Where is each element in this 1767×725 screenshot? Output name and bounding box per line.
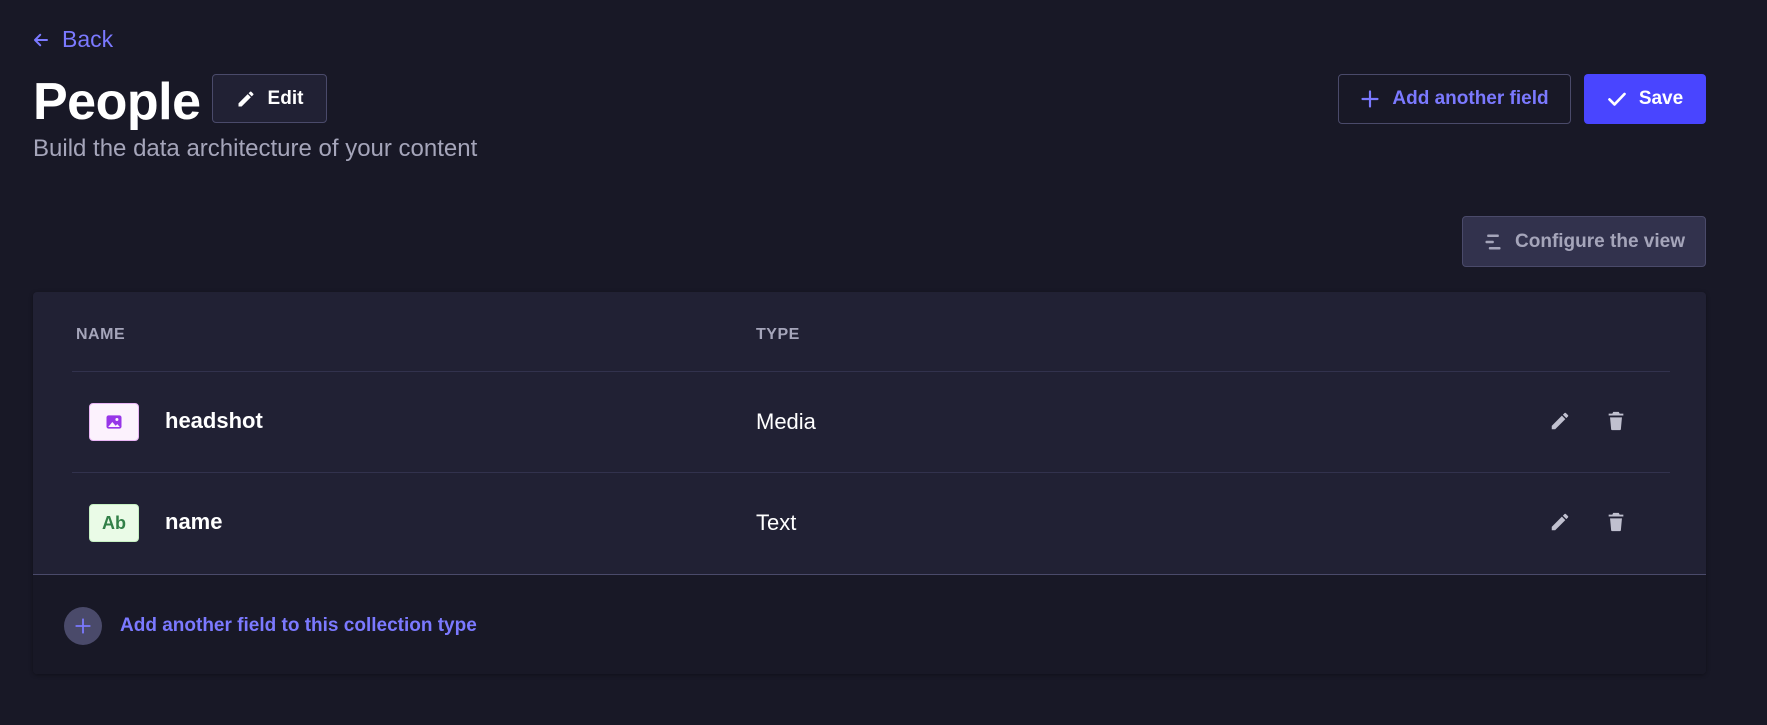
trash-icon bbox=[1608, 512, 1624, 532]
field-name: name bbox=[165, 509, 223, 534]
image-icon bbox=[106, 415, 122, 429]
back-label: Back bbox=[62, 26, 114, 52]
field-name: headshot bbox=[165, 408, 263, 433]
back-link[interactable]: Back bbox=[32, 26, 113, 53]
pencil-icon bbox=[1551, 412, 1569, 430]
add-another-field-button[interactable]: Add another field bbox=[1338, 74, 1571, 124]
plus-icon bbox=[1361, 90, 1379, 108]
edit-field-button[interactable] bbox=[1547, 509, 1573, 535]
add-another-field-label: Add another field bbox=[1392, 88, 1549, 109]
delete-field-button[interactable] bbox=[1603, 408, 1629, 434]
arrow-left-icon bbox=[34, 33, 48, 46]
table-row: headshot Media bbox=[33, 372, 1706, 472]
table-header: NAME TYPE bbox=[33, 292, 1706, 371]
edit-button[interactable]: Edit bbox=[212, 74, 327, 123]
save-label: Save bbox=[1638, 88, 1684, 109]
edit-label: Edit bbox=[267, 87, 304, 109]
plus-icon bbox=[75, 618, 91, 634]
pencil-icon bbox=[238, 90, 254, 106]
delete-field-button[interactable] bbox=[1603, 509, 1629, 535]
add-field-to-collection-label: Add another field to this collection typ… bbox=[120, 615, 477, 636]
field-type: Text bbox=[756, 510, 797, 535]
pencil-icon bbox=[1551, 513, 1569, 531]
add-field-to-collection-button[interactable]: Add another field to this collection typ… bbox=[64, 607, 477, 645]
table-footer: Add another field to this collection typ… bbox=[33, 574, 1706, 674]
edit-field-button[interactable] bbox=[1547, 408, 1573, 434]
page-title: People bbox=[33, 73, 201, 131]
column-header-type: TYPE bbox=[756, 326, 800, 343]
configure-view-button[interactable]: Configure the view bbox=[1462, 216, 1706, 267]
trash-icon bbox=[1608, 411, 1624, 431]
media-icon bbox=[89, 403, 139, 441]
plus-circle-icon bbox=[64, 607, 102, 645]
configure-view-label: Configure the view bbox=[1515, 230, 1685, 252]
layout-icon bbox=[1485, 234, 1501, 249]
fields-table: NAME TYPE headshot Media Ab name Text Ad… bbox=[33, 292, 1706, 674]
text-icon: Ab bbox=[89, 504, 139, 542]
content-type-builder-page: Back People Edit Build the data architec… bbox=[0, 0, 1767, 725]
column-header-name: NAME bbox=[76, 326, 126, 343]
table-row: Ab name Text bbox=[33, 473, 1706, 573]
page-subtitle: Build the data architecture of your cont… bbox=[33, 135, 478, 162]
save-button[interactable]: Save bbox=[1584, 74, 1706, 124]
check-icon bbox=[1607, 92, 1626, 106]
field-type: Media bbox=[756, 409, 816, 434]
